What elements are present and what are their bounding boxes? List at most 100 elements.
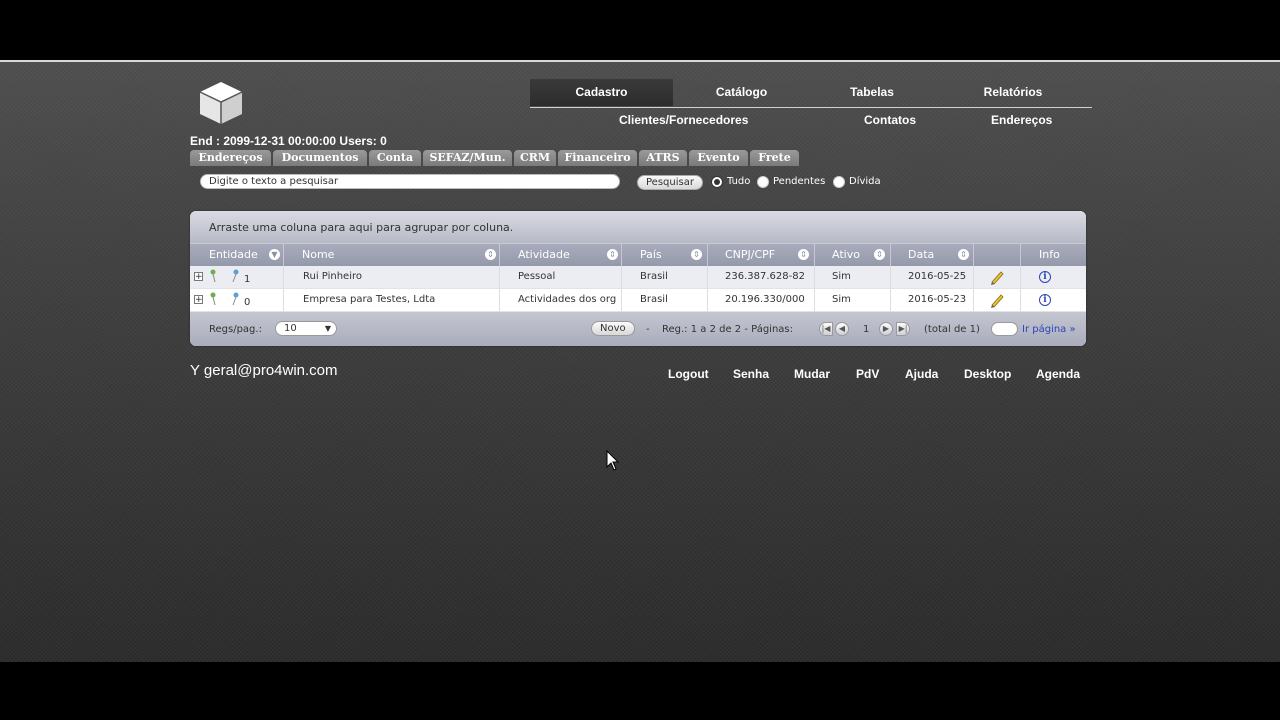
- column-entidade[interactable]: Entidade ▼: [190, 244, 284, 266]
- cell-info: [1021, 266, 1086, 288]
- tab-documentos[interactable]: Documentos: [273, 150, 367, 166]
- info-icon[interactable]: i: [1039, 271, 1051, 283]
- logout-link[interactable]: Logout: [668, 367, 709, 381]
- regs-per-page-select[interactable]: 10 ▼: [275, 321, 337, 336]
- next-page-icon[interactable]: ▶: [879, 322, 893, 336]
- cell-nome: Rui Pinheiro: [284, 266, 500, 288]
- entities-grid: Arraste uma coluna para aqui para agrupa…: [190, 211, 1086, 346]
- column-entidade-label: Entidade: [209, 248, 258, 261]
- group-by-drop-area[interactable]: Arraste uma coluna para aqui para agrupa…: [190, 211, 1086, 243]
- grid-pager: Regs/pag.: 10 ▼ Novo - Reg.: 1 a 2 de 2 …: [190, 312, 1086, 346]
- tab-financeiro[interactable]: Financeiro: [558, 150, 637, 166]
- new-button[interactable]: Novo: [591, 321, 635, 336]
- app-window: End : 2099-12-31 00:00:00 Users: 0 Cadas…: [0, 60, 1280, 662]
- submenu-clientes-fornecedores[interactable]: Clientes/Fornecedores: [619, 113, 748, 127]
- column-ativo[interactable]: Ativo ⇕: [815, 244, 891, 266]
- first-page-icon[interactable]: |◀: [819, 322, 833, 336]
- cell-entidade: + 1: [190, 266, 284, 288]
- column-edit: [974, 244, 1021, 266]
- cell-entidade: + 0: [190, 289, 284, 311]
- tab-sefaz-mun[interactable]: SEFAZ/Mun.: [423, 150, 512, 166]
- logo-cube-icon: [199, 82, 243, 124]
- info-icon[interactable]: i: [1039, 294, 1051, 306]
- menu-catalogo[interactable]: Catálogo: [673, 79, 810, 106]
- cell-ativo: Sim: [815, 266, 891, 288]
- goto-page-input[interactable]: [991, 322, 1018, 336]
- filter-pendentes-radio[interactable]: [757, 176, 769, 188]
- record-info: Reg.: 1 a 2 de 2 - Páginas:: [662, 324, 794, 335]
- cell-data: 2016-05-23: [891, 289, 974, 311]
- tab-conta[interactable]: Conta: [369, 150, 421, 166]
- tab-crm[interactable]: CRM: [514, 150, 556, 166]
- pin-count: 1: [244, 274, 251, 285]
- column-nome-label: Nome: [302, 248, 335, 261]
- search-button[interactable]: Pesquisar: [637, 175, 703, 190]
- menu-relatorios[interactable]: Relatórios: [934, 79, 1092, 106]
- column-cnpj-cpf[interactable]: CNPJ/CPF ⇕: [708, 244, 815, 266]
- top-menu: Cadastro Catálogo Tabelas Relatórios: [530, 79, 1092, 108]
- cell-atividade: Actividades dos org: [500, 289, 622, 311]
- table-row[interactable]: + 0 Empresa para Testes, Ldta Actividade…: [190, 289, 1086, 312]
- sort-icon[interactable]: ⇕: [607, 249, 618, 260]
- green-pin-icon[interactable]: [209, 292, 217, 306]
- filter-divida-label: Dívida: [849, 176, 881, 187]
- cell-atividade: Pessoal: [500, 266, 622, 288]
- search-input[interactable]: [200, 174, 620, 189]
- sort-icon[interactable]: ⇕: [958, 249, 969, 260]
- table-row[interactable]: + 1 Rui Pinheiro Pessoal Brasil 236.387.…: [190, 266, 1086, 289]
- sort-icon[interactable]: ⇕: [874, 249, 885, 260]
- sort-icon[interactable]: ⇕: [798, 249, 809, 260]
- expand-plus-icon[interactable]: +: [194, 295, 203, 305]
- blue-pin-icon[interactable]: [231, 292, 239, 306]
- sort-icon[interactable]: ⇕: [691, 249, 702, 260]
- agenda-link[interactable]: Agenda: [1036, 367, 1080, 381]
- submenu-contatos[interactable]: Contatos: [864, 113, 916, 127]
- ajuda-link[interactable]: Ajuda: [905, 367, 938, 381]
- filter-tudo-radio[interactable]: [711, 176, 723, 188]
- desktop-link[interactable]: Desktop: [964, 367, 1011, 381]
- column-info: Info: [1039, 248, 1060, 261]
- pencil-edit-icon[interactable]: [989, 292, 1005, 308]
- sort-icon[interactable]: ⇕: [485, 249, 496, 260]
- total-pages: (total de 1): [924, 324, 980, 335]
- blue-pin-icon[interactable]: [231, 269, 239, 283]
- column-atividade[interactable]: Atividade ⇕: [500, 244, 622, 266]
- column-data-label: Data: [908, 248, 935, 261]
- grid-header: Entidade ▼ Nome ⇕ Atividade ⇕ País ⇕ CNP…: [190, 243, 1086, 266]
- regs-per-page-value: 10: [284, 323, 297, 334]
- pdv-link[interactable]: PdV: [856, 367, 879, 381]
- goto-page-link[interactable]: Ir página »: [1022, 324, 1076, 335]
- column-pais[interactable]: País ⇕: [622, 244, 708, 266]
- cell-data: 2016-05-25: [891, 266, 974, 288]
- pin-count: 0: [244, 297, 251, 308]
- cell-nome: Empresa para Testes, Ldta: [284, 289, 500, 311]
- column-nome[interactable]: Nome ⇕: [284, 244, 500, 266]
- column-cnpj-cpf-label: CNPJ/CPF: [725, 248, 776, 261]
- column-data[interactable]: Data ⇕: [891, 244, 974, 266]
- mudar-link[interactable]: Mudar: [794, 367, 830, 381]
- senha-link[interactable]: Senha: [733, 367, 769, 381]
- submenu-enderecos[interactable]: Endereços: [991, 113, 1052, 127]
- chevron-down-icon: ▼: [324, 324, 331, 333]
- menu-tabelas[interactable]: Tabelas: [810, 79, 934, 106]
- cell-pais: Brasil: [622, 266, 708, 288]
- filter-tudo-label: Tudo: [727, 176, 751, 187]
- cell-cnpj-cpf: 20.196.330/000: [708, 289, 815, 311]
- cell-pais: Brasil: [622, 289, 708, 311]
- pencil-edit-icon[interactable]: [989, 269, 1005, 285]
- expand-plus-icon[interactable]: +: [194, 272, 203, 282]
- last-page-icon[interactable]: ▶|: [896, 322, 910, 336]
- filter-divida-radio[interactable]: [833, 176, 845, 188]
- menu-cadastro[interactable]: Cadastro: [530, 79, 673, 106]
- cell-ativo: Sim: [815, 289, 891, 311]
- tab-frete[interactable]: Frete: [750, 150, 799, 166]
- prev-page-icon[interactable]: ◀: [835, 322, 849, 336]
- tab-evento[interactable]: Evento: [689, 150, 748, 166]
- green-pin-icon[interactable]: [209, 269, 217, 283]
- group-by-hint: Arraste uma coluna para aqui para agrupa…: [209, 221, 514, 234]
- sort-desc-icon[interactable]: ▼: [269, 249, 280, 260]
- tab-atrs[interactable]: ATRS: [639, 150, 687, 166]
- user-email: Y geral@pro4win.com: [190, 362, 338, 379]
- column-atividade-label: Atividade: [518, 248, 570, 261]
- tab-enderecos[interactable]: Endereços: [190, 150, 271, 166]
